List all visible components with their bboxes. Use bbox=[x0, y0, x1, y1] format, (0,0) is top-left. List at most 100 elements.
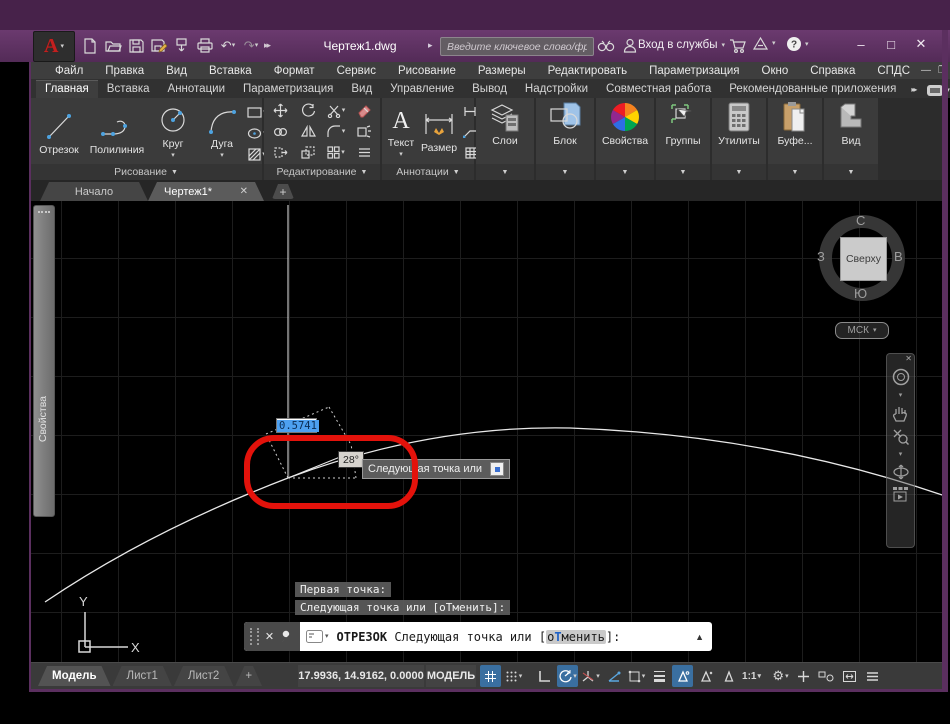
menu-draw[interactable]: Рисование bbox=[387, 65, 467, 77]
move-icon[interactable] bbox=[269, 101, 291, 121]
search-expand-icon[interactable]: ▸ bbox=[428, 40, 433, 51]
command-close-icon[interactable]: ✕ bbox=[265, 630, 274, 643]
isolate-objects-icon[interactable] bbox=[816, 665, 837, 687]
scale-icon[interactable] bbox=[297, 143, 319, 163]
line-button[interactable]: Отрезок bbox=[32, 107, 86, 156]
layers-button[interactable]: Слои bbox=[476, 98, 534, 147]
panel-edit-footer[interactable]: Редактирование▼ bbox=[264, 164, 380, 180]
panel-utilities-footer[interactable]: ▼ bbox=[712, 164, 766, 180]
orbit-icon[interactable] bbox=[892, 464, 910, 480]
maximize-button[interactable]: □ bbox=[876, 32, 906, 56]
help-icon[interactable]: ?▾ bbox=[786, 36, 809, 52]
polyline-button[interactable]: Полилиния bbox=[88, 107, 146, 156]
file-tab-close-icon[interactable]: ✕ bbox=[240, 186, 248, 197]
menu-file[interactable]: Файл bbox=[44, 65, 94, 77]
command-prompt-text[interactable]: ОТРЕЗОК Следующая точка или [оТменить]: bbox=[337, 630, 621, 644]
array-icon[interactable]: ▾ bbox=[325, 143, 347, 163]
pan-hand-icon[interactable] bbox=[892, 405, 909, 422]
open-file-icon[interactable] bbox=[103, 36, 123, 55]
file-tab-start[interactable]: Начало bbox=[40, 182, 148, 201]
show-motion-icon[interactable] bbox=[892, 486, 910, 502]
viewcube-east[interactable]: В bbox=[894, 249, 903, 264]
viewcube-south[interactable]: Ю bbox=[854, 286, 867, 301]
annotation-scale-value[interactable]: 1:1▾ bbox=[741, 665, 762, 687]
menu-dimension[interactable]: Размеры bbox=[467, 65, 537, 77]
steering-wheel-icon[interactable] bbox=[892, 368, 910, 386]
panel-annotate-footer[interactable]: Аннотации▼ bbox=[382, 164, 474, 180]
ortho-toggle[interactable] bbox=[534, 665, 555, 687]
new-file-icon[interactable] bbox=[80, 36, 100, 55]
annotation-autoscale-toggle[interactable] bbox=[695, 665, 716, 687]
menu-tools[interactable]: Сервис bbox=[326, 65, 387, 77]
command-drag-grip[interactable] bbox=[250, 628, 259, 645]
new-layout-button[interactable]: + bbox=[235, 666, 262, 686]
app-menu-button[interactable]: A ▾ bbox=[33, 31, 75, 62]
panel-block-footer[interactable]: ▼ bbox=[536, 164, 594, 180]
menu-modify[interactable]: Редактировать bbox=[537, 65, 638, 77]
tab-featured-apps[interactable]: Рекомендованные приложения bbox=[720, 81, 905, 98]
mdi-minimize-icon[interactable]: — bbox=[921, 65, 931, 76]
layout-tab-list1[interactable]: Лист1 bbox=[113, 666, 172, 686]
menu-parametric[interactable]: Параметризация bbox=[638, 65, 750, 77]
customization-gear-icon[interactable]: ⚙▾ bbox=[770, 665, 791, 687]
customize-wrench-icon[interactable] bbox=[280, 630, 294, 644]
lineweight-toggle[interactable] bbox=[649, 665, 670, 687]
status-menu-icon[interactable] bbox=[862, 665, 883, 687]
tab-collaborate[interactable]: Совместная работа bbox=[597, 81, 720, 98]
menu-view[interactable]: Вид bbox=[155, 65, 198, 77]
panel-view-footer[interactable]: ▼ bbox=[824, 164, 878, 180]
clipboard-button[interactable]: Буфе... bbox=[768, 98, 822, 147]
trim-icon[interactable]: ▾ bbox=[325, 101, 347, 121]
autodesk-360-icon[interactable]: ▾ bbox=[752, 36, 776, 51]
wcs-dropdown[interactable]: МСК▾ bbox=[835, 322, 889, 339]
stretch-icon[interactable] bbox=[269, 143, 291, 163]
viewcube-west[interactable]: З bbox=[817, 249, 825, 264]
isolate-crosshair-icon[interactable] bbox=[793, 665, 814, 687]
view-button[interactable]: Вид bbox=[824, 98, 878, 147]
panel-groups-footer[interactable]: ▼ bbox=[656, 164, 710, 180]
search-icon[interactable] bbox=[596, 36, 616, 55]
minimize-button[interactable]: – bbox=[846, 32, 876, 56]
erase-icon[interactable] bbox=[353, 101, 375, 121]
groups-button[interactable]: Группы bbox=[656, 98, 710, 147]
recent-commands-icon[interactable]: ▾ bbox=[306, 630, 329, 643]
save-as-icon[interactable] bbox=[149, 36, 169, 55]
copy-icon[interactable] bbox=[269, 122, 291, 142]
panel-draw-footer[interactable]: Рисование▼ bbox=[30, 164, 262, 180]
block-button[interactable]: Блок bbox=[536, 98, 594, 147]
menu-spds[interactable]: СПДС bbox=[866, 65, 921, 77]
command-history-expand-icon[interactable]: ▲ bbox=[695, 632, 704, 642]
close-button[interactable]: ✕ bbox=[906, 32, 936, 56]
save-icon[interactable] bbox=[126, 36, 146, 55]
explode-icon[interactable] bbox=[353, 122, 375, 142]
viewcube-north[interactable]: С bbox=[856, 213, 865, 228]
panel-clipboard-footer[interactable]: ▼ bbox=[768, 164, 822, 180]
circle-button[interactable]: Круг▾ bbox=[148, 103, 198, 159]
rotate-icon[interactable] bbox=[297, 101, 319, 121]
tab-view[interactable]: Вид bbox=[342, 81, 381, 98]
layout-tab-list2[interactable]: Лист2 bbox=[174, 666, 233, 686]
navbar-close-icon[interactable]: ✕ bbox=[905, 354, 912, 363]
utilities-button[interactable]: Утилиты bbox=[712, 98, 766, 147]
snap-toggle[interactable]: ▾ bbox=[503, 665, 524, 687]
menu-insert[interactable]: Вставка bbox=[198, 65, 263, 77]
panel-layers-footer[interactable]: ▼ bbox=[476, 164, 534, 180]
drawing-canvas[interactable]: Y X Сверху С В Ю З МСК▾ ✕ ▾ ▾ Сво bbox=[30, 201, 942, 662]
model-space-button[interactable]: МОДЕЛЬ bbox=[426, 665, 476, 687]
signin-button[interactable]: Вход в службы▾ bbox=[638, 39, 725, 51]
ribbon-overflow-icon[interactable]: ▸▸ bbox=[911, 85, 915, 94]
tab-annotate[interactable]: Аннотации bbox=[159, 81, 234, 98]
tab-insert[interactable]: Вставка bbox=[98, 81, 159, 98]
isodraft-toggle[interactable]: ▾ bbox=[580, 665, 601, 687]
dimension-button[interactable]: Размер bbox=[420, 107, 458, 154]
annotation-visibility-toggle[interactable] bbox=[672, 665, 693, 687]
layout-tab-model[interactable]: Модель bbox=[38, 666, 111, 686]
object-snap-toggle[interactable]: ▾ bbox=[626, 665, 647, 687]
dyn-input-option-icon[interactable] bbox=[490, 462, 504, 476]
menu-format[interactable]: Формат bbox=[263, 65, 326, 77]
qat-overflow-icon[interactable]: ▸▸ bbox=[264, 40, 269, 51]
undo-icon[interactable]: ↶▾ bbox=[218, 36, 238, 55]
coordinates-display[interactable]: 17.9936, 14.9162, 0.0000 bbox=[298, 665, 424, 687]
zoom-extents-icon[interactable] bbox=[892, 428, 909, 445]
viewcube-face[interactable]: Сверху bbox=[840, 237, 887, 281]
